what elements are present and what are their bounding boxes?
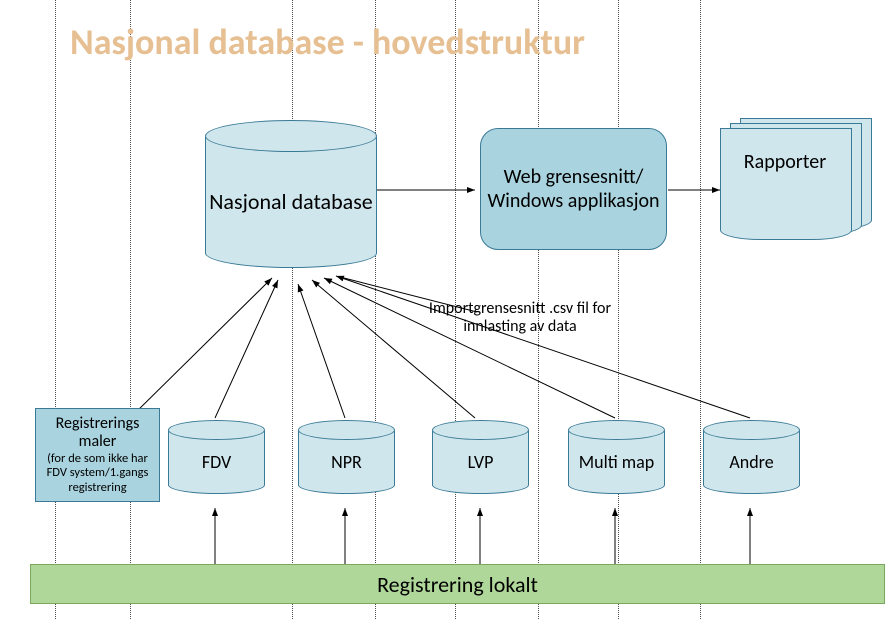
source-cylinder-fdv: FDV	[168, 420, 263, 494]
source-label: LVP	[468, 453, 494, 472]
source-cylinder-npr: NPR	[298, 420, 393, 494]
import-annotation: Importgrensesnitt .csv fil for innlastin…	[425, 300, 615, 337]
guide-line	[375, 0, 376, 619]
local-registration-label: Registrering lokalt	[377, 571, 538, 598]
source-cylinder-andre: Andre	[703, 420, 798, 494]
guide-line	[292, 0, 293, 619]
source-label: FDV	[202, 453, 231, 472]
guide-line	[130, 0, 131, 619]
page-title: Nasjonal database - hovedstruktur	[70, 20, 585, 64]
source-cylinder-multimap: Multi map	[568, 420, 663, 494]
guide-line	[618, 0, 619, 619]
reports-label: Rapporter	[720, 150, 850, 174]
source-label: Multi map	[579, 453, 655, 472]
local-registration-bar: Registrering lokalt	[30, 564, 885, 604]
guide-line	[55, 0, 56, 619]
guide-line	[700, 0, 701, 619]
main-database-label: Nasjonal database	[209, 189, 373, 214]
source-label: NPR	[331, 453, 362, 472]
main-database-cylinder: Nasjonal database	[205, 120, 375, 268]
maler-title: Registrerings maler	[40, 415, 155, 452]
maler-sub: (for de som ikke har FDV system/1.gangs …	[40, 452, 155, 495]
web-interface-box: Web grensesnitt/ Windows applikasjon	[480, 128, 667, 250]
web-interface-label: Web grensesnitt/ Windows applikasjon	[481, 165, 666, 213]
source-cylinder-lvp: LVP	[432, 420, 527, 494]
source-label: Andre	[729, 453, 773, 472]
maler-box: Registrerings maler (for de som ikke har…	[35, 408, 160, 502]
